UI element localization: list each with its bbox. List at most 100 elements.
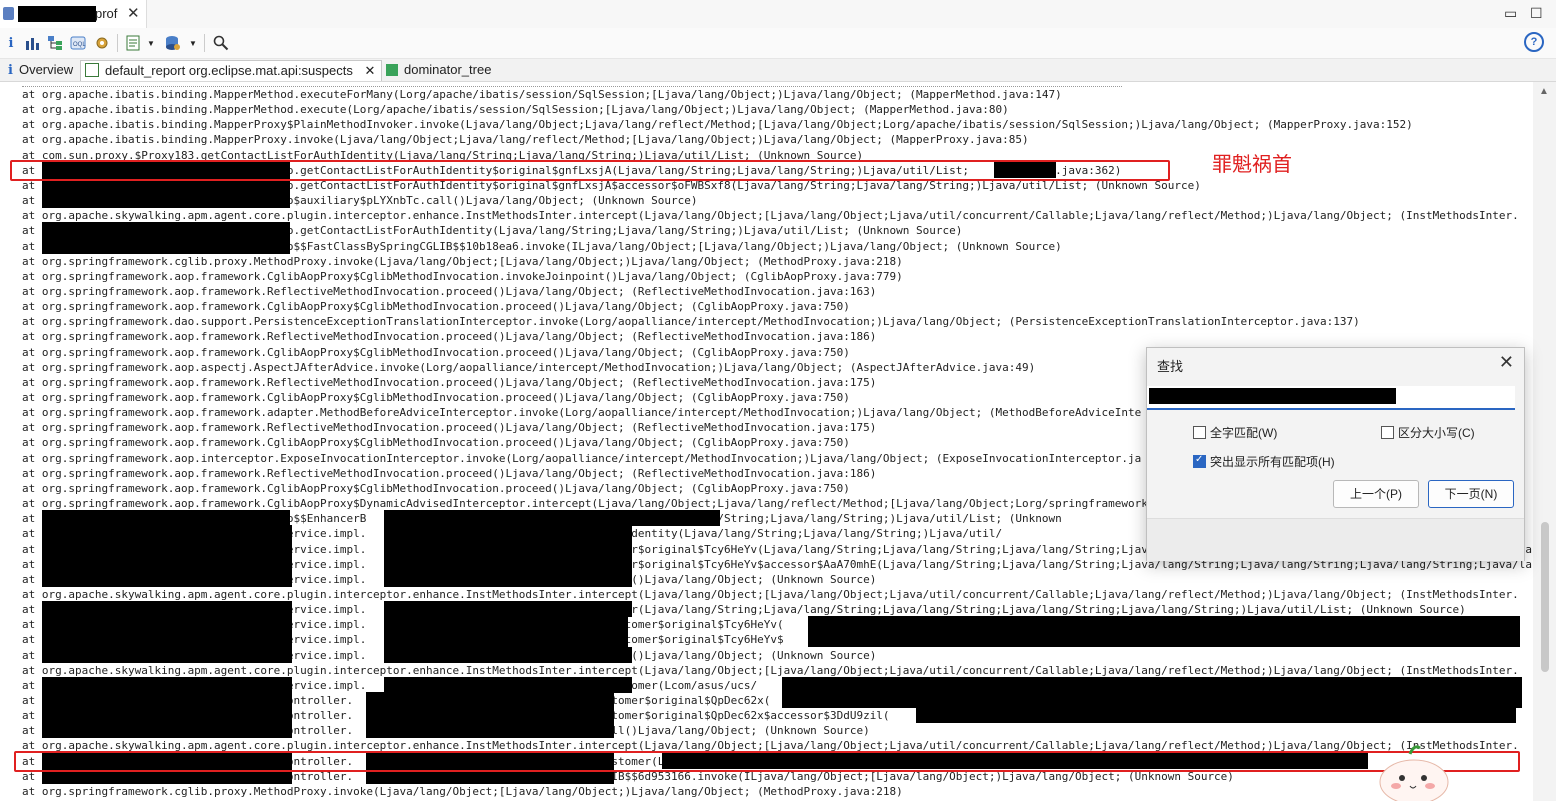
redaction-block xyxy=(366,692,614,708)
info-icon[interactable]: i xyxy=(4,33,18,53)
redaction-block xyxy=(384,676,632,693)
redaction-block xyxy=(42,540,292,557)
next-button[interactable]: 下一页(N) xyxy=(1428,480,1514,508)
culprit-highlight-box xyxy=(10,159,1170,181)
redaction-block xyxy=(384,570,632,587)
stack-frame-line[interactable]: at org.springframework.aop.framework.Cgl… xyxy=(22,269,903,284)
editor-tab[interactable]: prof ✕ xyxy=(0,0,147,28)
histogram-icon[interactable] xyxy=(24,33,40,53)
scrollbar-thumb[interactable] xyxy=(1541,522,1549,672)
tab-default-report[interactable]: default_report org.eclipse.mat.api:suspe… xyxy=(80,60,382,81)
redaction-block xyxy=(42,601,292,618)
stack-frame-line[interactable]: at org.apache.skywalking.apm.agent.core.… xyxy=(22,208,1519,223)
oql-icon[interactable]: OQL xyxy=(70,33,86,53)
chevron-up-icon[interactable]: ▲ xyxy=(1539,86,1549,97)
highlight-all-checkbox[interactable]: 突出显示所有匹配项(H) xyxy=(1193,453,1335,470)
stack-frame-line[interactable]: at org.springframework.aop.interceptor.E… xyxy=(22,451,1141,466)
redacted-search-text xyxy=(1149,388,1396,404)
redaction-block xyxy=(782,676,1522,693)
vertical-scrollbar[interactable]: ▲ xyxy=(1533,82,1556,801)
redaction-block xyxy=(384,616,628,633)
view-tab-bar: i Overview default_report org.eclipse.mat… xyxy=(0,59,1556,82)
redaction-block xyxy=(782,692,1522,708)
stack-frame-line[interactable]: at org.springframework.aop.framework.Cgl… xyxy=(22,481,850,496)
stack-frame-line[interactable]: at org.springframework.aop.framework.ada… xyxy=(22,405,1141,420)
previous-button[interactable]: 上一个(P) xyxy=(1333,480,1419,508)
redaction-block xyxy=(808,616,1520,633)
mascot-sticker xyxy=(1379,745,1449,801)
heap-file-icon xyxy=(3,7,14,20)
stack-frame-line[interactable]: at org.springframework.cglib.proxy.Metho… xyxy=(22,254,903,269)
stack-frame-line[interactable]: at org.springframework.aop.framework.Ref… xyxy=(22,466,876,481)
editor-tab-label: prof xyxy=(95,6,118,21)
stack-frame-line[interactable]: at org.springframework.dao.support.Persi… xyxy=(22,314,1360,329)
case-sensitive-checkbox[interactable]: 区分大小写(C) xyxy=(1381,424,1475,441)
stack-frame-line[interactable]: at org.springframework.aop.framework.Cgl… xyxy=(22,299,850,314)
minimize-icon[interactable]: ▭ xyxy=(1504,5,1517,22)
stack-frame-line[interactable]: at org.apache.ibatis.binding.MapperProxy… xyxy=(22,117,1413,132)
toolbar-divider xyxy=(204,34,205,52)
stack-frame-line[interactable]: at org.springframework.aop.framework.Ref… xyxy=(22,284,876,299)
stack-frame-line[interactable]: at org.apache.ibatis.binding.MapperMetho… xyxy=(22,102,1009,117)
stack-frame-line[interactable]: at org.springframework.aop.framework.Cgl… xyxy=(22,496,1148,511)
redaction-block xyxy=(384,601,632,618)
redaction-block xyxy=(42,192,290,209)
chevron-down-icon[interactable]: ▼ xyxy=(188,33,198,53)
toolbar-divider xyxy=(117,34,118,52)
stack-frame-line[interactable]: at org.apache.ibatis.binding.MapperMetho… xyxy=(22,87,1062,102)
close-icon[interactable]: ✕ xyxy=(1499,352,1514,373)
stack-frame-line[interactable]: at org.springframework.aop.framework.Cgl… xyxy=(22,345,850,360)
tab-label: dominator_tree xyxy=(404,62,492,77)
checkbox-box xyxy=(1381,426,1394,439)
stack-frame-line[interactable]: at org.apache.skywalking.apm.agent.core.… xyxy=(22,587,1519,602)
info-icon: i xyxy=(8,63,13,78)
close-icon[interactable]: ✕ xyxy=(127,4,140,22)
toolbar: i OQL ▼ ▼ ? xyxy=(0,28,1556,59)
close-icon[interactable]: ✕ xyxy=(364,63,375,78)
query-browser-icon[interactable] xyxy=(164,33,182,53)
report-icon xyxy=(85,63,99,77)
checkbox-box xyxy=(1193,426,1206,439)
stack-frame-line[interactable]: at org.springframework.aop.framework.Ref… xyxy=(22,329,876,344)
stack-frame-line[interactable]: at org.springframework.aop.framework.Ref… xyxy=(22,420,876,435)
tab-dominator-tree[interactable]: dominator_tree xyxy=(382,60,498,80)
tab-overview[interactable]: i Overview xyxy=(4,60,78,80)
maximize-icon[interactable]: ☐ xyxy=(1530,5,1543,22)
redaction-block xyxy=(42,570,292,587)
stack-frame-line[interactable]: at org.apache.skywalking.apm.agent.core.… xyxy=(22,663,1519,678)
find-dialog: 查找 ✕ 全字匹配(W) 区分大小写(C) 突出显示所有匹配项(H) 上一个(P… xyxy=(1146,347,1525,561)
tab-label: default_report org.eclipse.mat.api:suspe… xyxy=(105,63,353,78)
redaction-block xyxy=(42,222,290,239)
gear-icon[interactable] xyxy=(93,33,111,53)
dominator-tree-icon[interactable] xyxy=(47,33,63,53)
redaction-block xyxy=(384,540,632,557)
help-icon[interactable]: ? xyxy=(1524,32,1544,52)
culprit-annotation: 罪魁祸首 xyxy=(1212,154,1292,176)
stack-frame-line[interactable]: at org.springframework.aop.aspectj.Aspec… xyxy=(22,360,1035,375)
redaction-block xyxy=(42,510,290,527)
search-icon[interactable] xyxy=(212,33,230,53)
dialog-title: 查找 xyxy=(1157,359,1184,374)
stack-frame-line[interactable]: at org.springframework.cglib.proxy.Metho… xyxy=(22,784,903,799)
redaction-block xyxy=(366,722,614,739)
checkbox-label: 区分大小写(C) xyxy=(1398,426,1475,440)
redaction-block xyxy=(42,692,292,708)
stack-frame-line[interactable]: at org.springframework.aop.framework.Cgl… xyxy=(22,390,850,405)
redaction-block xyxy=(42,631,292,648)
redaction-block xyxy=(384,631,628,648)
run-report-icon[interactable] xyxy=(124,33,142,53)
culprit-highlight-box xyxy=(14,750,1520,772)
search-input[interactable] xyxy=(1147,386,1515,410)
redaction-block xyxy=(42,555,292,572)
chevron-down-icon[interactable]: ▼ xyxy=(146,33,156,53)
whole-word-checkbox[interactable]: 全字匹配(W) xyxy=(1193,424,1277,441)
redaction-block xyxy=(808,631,1520,648)
stack-frame-line[interactable]: at org.apache.ibatis.binding.MapperProxy… xyxy=(22,132,1029,147)
redaction-block xyxy=(384,525,632,542)
redaction-block xyxy=(42,616,292,633)
stack-frame-line[interactable]: at org.springframework.aop.framework.Ref… xyxy=(22,375,876,390)
redaction-block xyxy=(42,646,292,663)
redaction-block xyxy=(366,707,614,724)
title-bar: prof ✕ ▭ ☐ xyxy=(0,0,1556,29)
stack-frame-line[interactable]: at org.springframework.aop.framework.Cgl… xyxy=(22,435,850,450)
